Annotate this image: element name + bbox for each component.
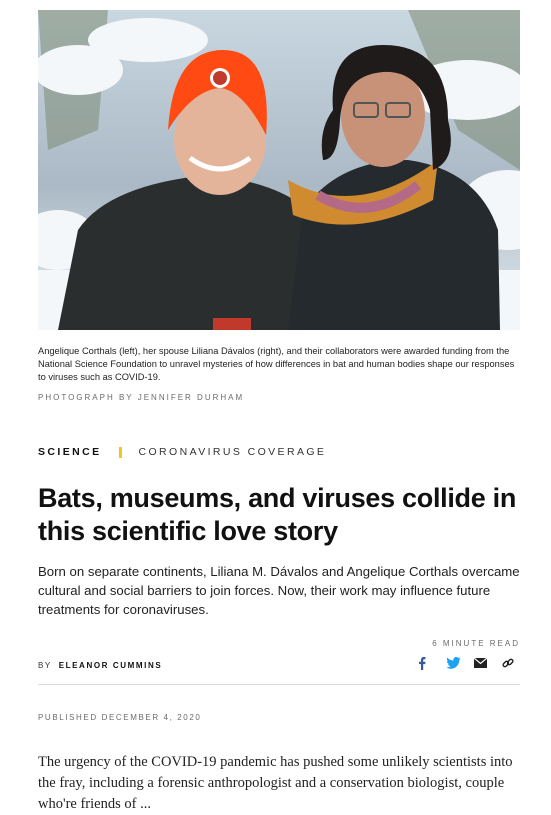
read-time: 6 MINUTE READ [432, 639, 520, 648]
article-body-paragraph: The urgency of the COVID-19 pandemic has… [38, 754, 513, 812]
dek: Born on separate continents, Liliana M. … [38, 564, 520, 617]
kicker-divider [119, 446, 123, 458]
section-link[interactable]: SCIENCE [38, 446, 101, 458]
published-date: PUBLISHED DECEMBER 4, 2020 [38, 713, 202, 722]
twitter-icon[interactable] [446, 655, 474, 671]
kicker: SCIENCE CORONAVIRUS COVERAGE [38, 446, 326, 458]
photo-credit: PHOTOGRAPH BY JENNIFER DURHAM [38, 393, 245, 402]
by-label: BY [38, 661, 52, 670]
link-icon[interactable] [502, 655, 530, 671]
facebook-icon[interactable] [418, 655, 446, 671]
topic-link[interactable]: CORONAVIRUS COVERAGE [138, 446, 326, 458]
byline-divider [38, 684, 520, 685]
author-link[interactable]: ELEANOR CUMMINS [59, 661, 163, 670]
email-icon[interactable] [474, 655, 502, 671]
byline: BY ELEANOR CUMMINS [38, 661, 162, 670]
share-bar [418, 655, 530, 671]
hero-photo [38, 10, 520, 330]
photo-caption: Angelique Corthals (left), her spouse Li… [38, 346, 515, 382]
photo-illustration [38, 10, 520, 330]
headline: Bats, museums, and viruses collide in th… [38, 483, 517, 546]
